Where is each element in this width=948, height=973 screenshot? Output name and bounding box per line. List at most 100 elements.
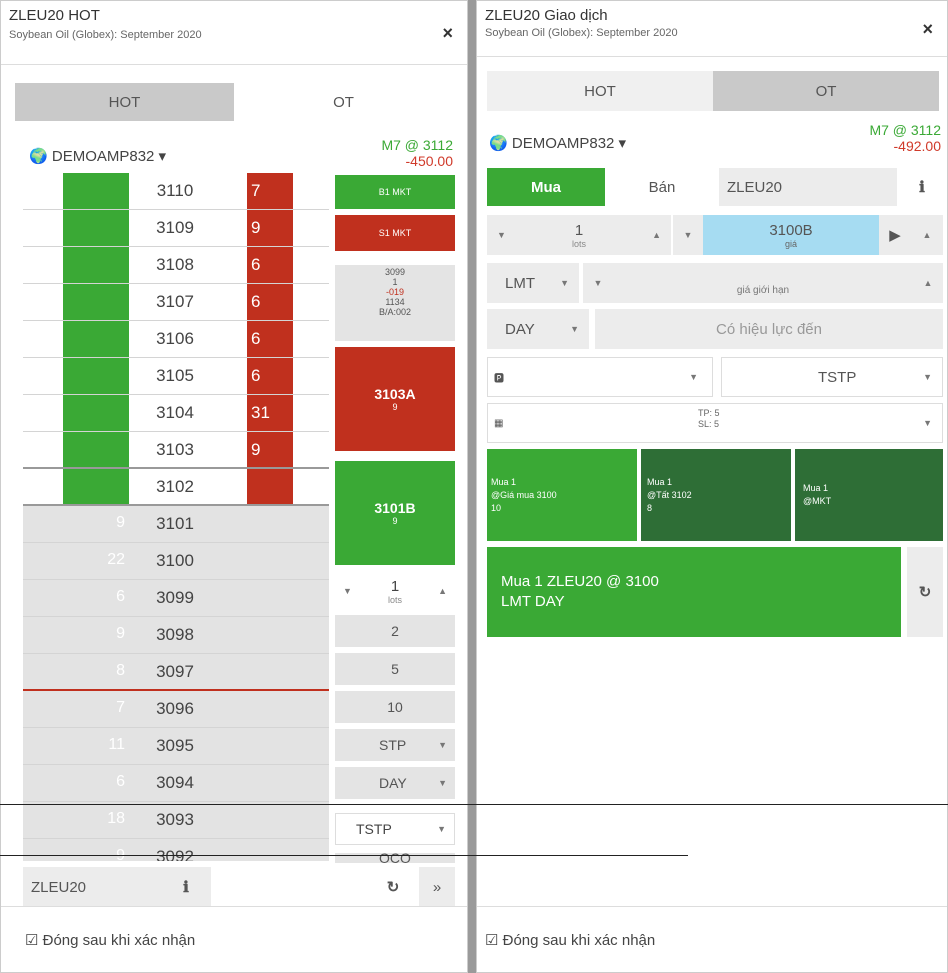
bid-qty[interactable]: 9: [63, 847, 125, 861]
panel-divider[interactable]: [468, 0, 476, 973]
ladder-row[interactable]: 18 3093: [23, 802, 329, 839]
tif-select[interactable]: DAY ▼: [487, 309, 589, 349]
bid-qty[interactable]: 18: [63, 810, 125, 828]
tab-ot[interactable]: OT: [234, 83, 453, 121]
ladder-row[interactable]: 3104 31: [23, 395, 329, 432]
sell-market-button[interactable]: S1 MKT: [335, 215, 455, 251]
decrease-icon[interactable]: ▼: [343, 586, 352, 596]
ladder-row[interactable]: 3109 9: [23, 210, 329, 247]
ask-qty[interactable]: 9: [251, 218, 260, 238]
ladder-row[interactable]: 9 3092: [23, 839, 329, 861]
ask-qty[interactable]: 6: [251, 255, 260, 275]
ladder-row[interactable]: 6 3099: [23, 580, 329, 617]
info-icon[interactable]: ℹ: [161, 867, 211, 907]
ladder-row[interactable]: 11 3095: [23, 728, 329, 765]
info-icon[interactable]: ℹ: [901, 168, 943, 206]
best-bid-qty: 9: [392, 516, 398, 526]
submit-order-button[interactable]: Mua 1 ZLEU20 @ 3100 LMT DAY: [487, 547, 901, 637]
ladder-row[interactable]: 7 3096: [23, 691, 329, 728]
ladder-row[interactable]: 9 3098: [23, 617, 329, 654]
market-info-box: 3099 1 -019 1134 B/A:002: [335, 265, 455, 341]
ask-qty[interactable]: 6: [251, 329, 260, 349]
close-icon[interactable]: ×: [922, 19, 933, 40]
price-level: 3093: [156, 810, 194, 829]
tp-sl-select[interactable]: ▦ TP: 5 SL: 5 ▼: [487, 403, 943, 443]
increase-icon[interactable]: ▲: [438, 586, 447, 596]
ladder-row[interactable]: 9 3101: [23, 506, 329, 543]
tif-select[interactable]: DAY ▼: [335, 767, 455, 799]
ladder-row[interactable]: 3106 6: [23, 321, 329, 358]
price-increase-icon[interactable]: ▲: [911, 215, 943, 255]
profile-select[interactable]: 🅿 ▼: [487, 357, 713, 397]
ask-qty[interactable]: 6: [251, 366, 260, 386]
limit-decrease-icon[interactable]: ▼: [583, 263, 613, 303]
ladder-row[interactable]: 3105 6: [23, 358, 329, 395]
quick-buy-market-button[interactable]: Mua 1 @MKT: [795, 449, 943, 541]
price-decrease-icon[interactable]: ▼: [673, 215, 703, 255]
account-selector[interactable]: 🌍 DEMOAMP832 ▾: [489, 134, 626, 152]
best-ask-button[interactable]: 3103A 9: [335, 347, 455, 451]
bid-qty[interactable]: 22: [63, 551, 125, 569]
bid-qty[interactable]: 6: [63, 588, 125, 606]
tab-ot[interactable]: OT: [713, 71, 939, 111]
buy-side-tab[interactable]: Mua: [487, 168, 605, 206]
tab-hot[interactable]: HOT: [487, 71, 713, 111]
ladder-row[interactable]: 3108 6: [23, 247, 329, 284]
bid-qty[interactable]: 11: [63, 736, 125, 754]
refresh-icon[interactable]: ↻: [907, 547, 943, 637]
ladder-row[interactable]: 6 3094: [23, 765, 329, 802]
limit-increase-icon[interactable]: ▲: [913, 263, 943, 303]
confirm-close-checkbox[interactable]: ☑ Đóng sau khi xác nhận: [485, 931, 655, 949]
ask-qty[interactable]: 6: [251, 292, 260, 312]
qty-preset-button[interactable]: 2: [335, 615, 455, 647]
quantity-stepper[interactable]: ▼ 1 lots ▲: [487, 215, 671, 255]
ladder-row[interactable]: 3102: [23, 469, 329, 506]
limit-price-input[interactable]: giá giới hạn: [613, 263, 913, 303]
bid-qty[interactable]: 9: [63, 625, 125, 643]
tab-hot[interactable]: HOT: [15, 83, 234, 121]
qty-preset-button[interactable]: 10: [335, 691, 455, 723]
sell-side-tab[interactable]: Bán: [605, 168, 719, 206]
ladder-row[interactable]: 8 3097: [23, 654, 329, 691]
bid-qty[interactable]: 6: [63, 773, 125, 791]
account-selector[interactable]: 🌍 DEMOAMP832 ▾: [29, 147, 166, 165]
ladder-row[interactable]: 3110 7: [23, 173, 329, 210]
ladder-row[interactable]: 3107 6: [23, 284, 329, 321]
bid-qty[interactable]: 7: [63, 699, 125, 717]
best-ask-qty: 9: [392, 402, 398, 412]
tp-value: TP: 5: [698, 408, 720, 418]
order-type-select[interactable]: STP ▼: [335, 729, 455, 761]
decrease-icon[interactable]: ▼: [497, 230, 506, 240]
bracket-select[interactable]: TSTP ▼: [335, 813, 455, 845]
symbol-field[interactable]: ZLEU20: [719, 168, 897, 206]
price-level: 3096: [156, 699, 194, 718]
close-icon[interactable]: ×: [442, 23, 453, 44]
bracket-select[interactable]: TSTP ▼: [721, 357, 943, 397]
price-level: 3108: [156, 255, 194, 274]
quantity-unit: lots: [387, 594, 402, 605]
play-icon[interactable]: ▶: [879, 215, 911, 255]
quick-buy-bid-button[interactable]: Mua 1 @Giá mua 3100 10: [487, 449, 637, 541]
quantity-stepper[interactable]: ▼ 1 lots ▲: [335, 571, 455, 611]
expand-icon[interactable]: »: [419, 867, 455, 907]
bid-qty[interactable]: 8: [63, 662, 125, 680]
order-type-select[interactable]: LMT ▼: [487, 263, 579, 303]
increase-icon[interactable]: ▲: [652, 230, 661, 240]
price-field[interactable]: 3100B giá: [703, 215, 879, 255]
quick-buy-ask-button[interactable]: Mua 1 @Tất 3102 8: [641, 449, 791, 541]
refresh-icon[interactable]: ↻: [371, 867, 415, 907]
hot-panel-header: ZLEU20 HOT Soybean Oil (Globex): Septemb…: [1, 1, 467, 65]
best-bid-button[interactable]: 3101B 9: [335, 461, 455, 565]
buy-market-button[interactable]: B1 MKT: [335, 175, 455, 209]
ladder-row[interactable]: 22 3100: [23, 543, 329, 580]
ladder-row[interactable]: 3103 9: [23, 432, 329, 469]
price-level: 3095: [156, 736, 194, 755]
ask-qty[interactable]: 31: [251, 403, 270, 423]
ask-qty[interactable]: 7: [251, 181, 260, 201]
bid-qty[interactable]: 9: [63, 514, 125, 532]
qty-preset-button[interactable]: 5: [335, 653, 455, 685]
expiry-input[interactable]: Có hiệu lực đến: [595, 309, 943, 349]
confirm-close-checkbox[interactable]: ☑ Đóng sau khi xác nhận: [25, 931, 195, 949]
ask-qty[interactable]: 9: [251, 440, 260, 460]
symbol-field[interactable]: ZLEU20: [23, 867, 161, 907]
